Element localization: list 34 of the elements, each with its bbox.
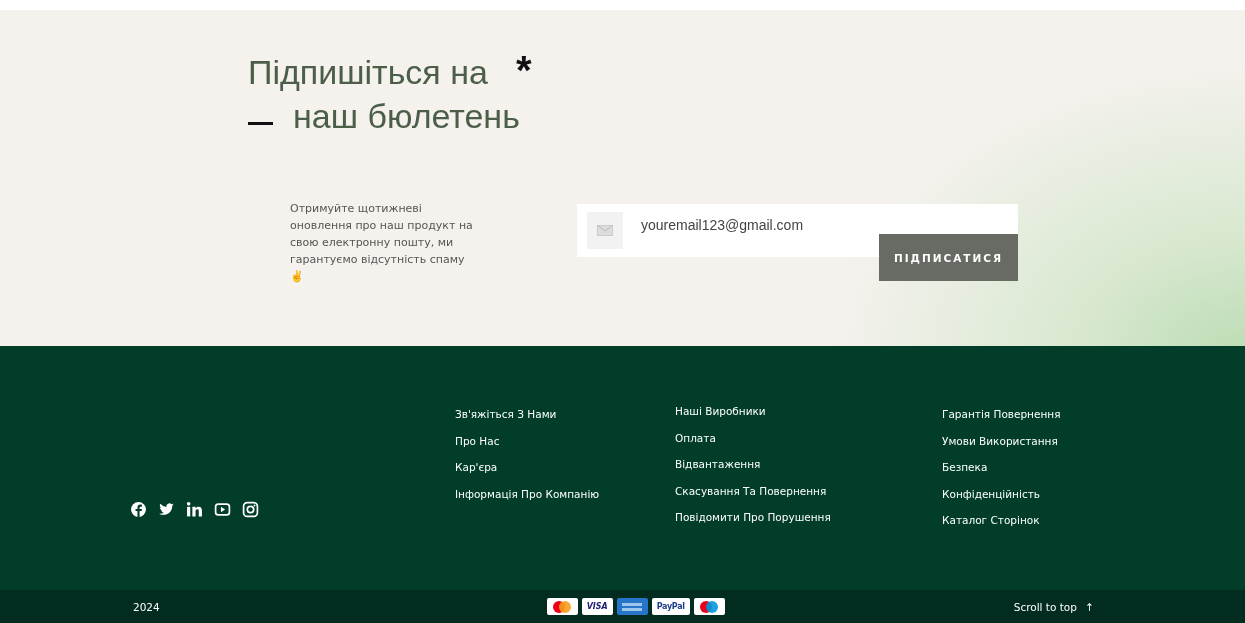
dash-mark (248, 121, 273, 125)
footer-link[interactable]: Зв'яжіться З Нами (455, 407, 675, 421)
envelope-icon (587, 212, 623, 249)
asterisk-mark: * (515, 50, 532, 90)
instagram-icon[interactable] (242, 501, 259, 518)
footer-link[interactable]: Конфіденційність (942, 486, 1061, 501)
footer-link[interactable]: Інформація Про Компанію (455, 486, 675, 501)
footer-link[interactable]: Повідомити Про Порушення (675, 510, 942, 524)
mastercard-card-icon (546, 598, 578, 615)
scroll-to-top-link[interactable]: Scroll to top ↑ (1013, 600, 1094, 613)
footer-link[interactable]: Гарантія Повернення (942, 407, 1061, 421)
subscribe-button[interactable]: ПІДПИСАТИСЯ (879, 234, 1018, 281)
footer-link[interactable]: Відвантаження (675, 457, 942, 471)
visa-card-logo: VISA (581, 598, 613, 615)
footer-link[interactable]: Скасування Та Повернення (675, 483, 942, 498)
newsletter-title: Підпишіться на (248, 52, 488, 93)
footer-link[interactable]: Умови Використання (942, 433, 1061, 448)
email-field[interactable]: youremail123@gmail.com (577, 204, 879, 257)
facebook-icon[interactable] (130, 501, 147, 518)
footer-link[interactable]: Кар'єра (455, 460, 675, 474)
amex-card-icon (616, 598, 648, 615)
footer-link[interactable]: Оплата (675, 430, 942, 445)
newsletter-description: Отримуйте щотижневі оновлення про наш продукт на свою електронну пошту, ми гарантуємо відсутність спаму ✌ (290, 201, 474, 285)
footer-link[interactable]: Наші Виробники (675, 404, 942, 418)
footer-link[interactable]: Каталог Сторінок (942, 513, 1061, 527)
twitter-icon[interactable] (158, 501, 175, 518)
newsletter-title: наш бюлетень (293, 96, 520, 137)
paypal-card-logo: PayPal (651, 598, 690, 615)
linkedin-icon[interactable] (186, 501, 203, 518)
video-icon[interactable] (214, 501, 231, 518)
footer-link[interactable]: Про Нас (455, 433, 675, 448)
maestro-card-icon (693, 598, 725, 615)
footer-link[interactable]: Безпека (942, 460, 1061, 474)
copyright-year: 2024 (133, 600, 160, 613)
